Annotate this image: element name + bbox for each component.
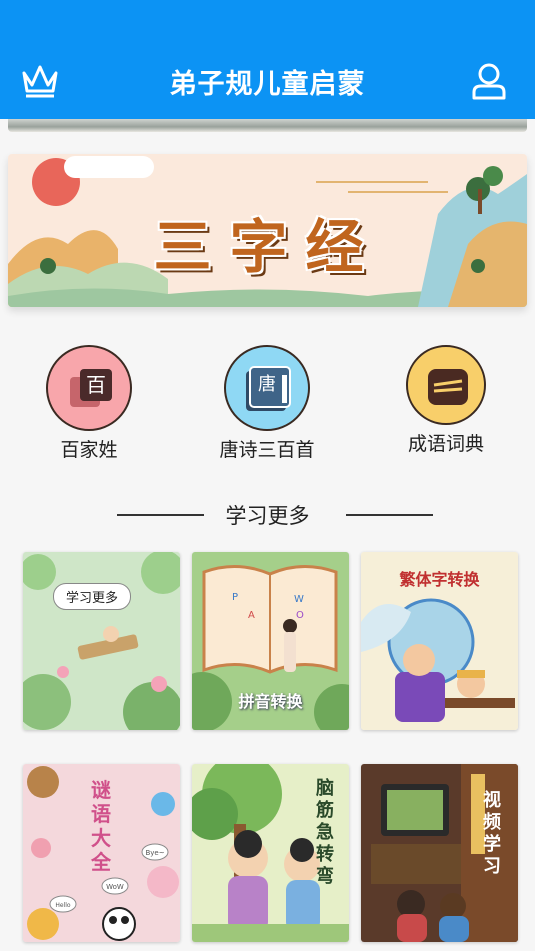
entry-baijiaxing[interactable]: 百 百家姓 xyxy=(29,345,149,462)
entry-label: 唐诗三百首 xyxy=(219,439,315,461)
app-title: 弟子规儿童启蒙 xyxy=(169,69,366,100)
card-caption: 视频学习 xyxy=(483,790,501,877)
section-title: 学习更多 xyxy=(225,504,310,528)
banner-title: 三字经 xyxy=(153,213,382,281)
surname-glyph: 百 xyxy=(86,373,106,397)
banner-carousel[interactable]: 三字经 xyxy=(8,154,527,307)
entry-chengyu[interactable]: 成语词典 xyxy=(386,345,506,456)
card-traditional[interactable]: 繁体字转换 xyxy=(361,552,518,730)
book-letter: P xyxy=(232,592,238,603)
card-riddles[interactable]: Bye~ WoW Hello 谜语大全 xyxy=(23,764,180,942)
card-caption: 繁体字转换 xyxy=(399,570,480,589)
card-learn-more[interactable]: 学习更多 xyxy=(23,552,180,730)
previous-banner-strip xyxy=(8,119,527,132)
card-caption: 拼音转换 xyxy=(238,692,303,711)
entry-label: 成语词典 xyxy=(407,433,484,455)
poetry-book-icon: 唐 xyxy=(224,345,310,431)
divider-right xyxy=(346,514,433,516)
bubble-text: Hello xyxy=(55,902,71,909)
book-letter: A xyxy=(248,610,255,621)
surname-book-icon: 百 xyxy=(46,345,132,431)
entry-label: 百家姓 xyxy=(60,439,118,461)
bubble-text: Bye~ xyxy=(145,849,164,857)
book-letter: O xyxy=(296,610,304,621)
app-header: 弟子规儿童启蒙 xyxy=(0,0,535,119)
bubble-text: WoW xyxy=(106,883,124,891)
book-letter: W xyxy=(294,594,304,605)
card-pinyin[interactable]: P A W O 拼音转换 xyxy=(192,552,349,730)
entry-tangshi[interactable]: 唐 唐诗三百首 xyxy=(207,345,327,462)
card-video[interactable]: 视频学习 xyxy=(361,764,518,942)
user-icon[interactable] xyxy=(471,62,507,100)
card-caption: 学习更多 xyxy=(53,583,132,610)
idiom-dictionary-icon xyxy=(406,345,486,425)
poetry-glyph: 唐 xyxy=(258,374,276,395)
card-caption: 谜语大全 xyxy=(91,778,111,874)
card-brain-teaser[interactable]: 脑筋急转弯 xyxy=(192,764,349,942)
lotus-pond-illustration xyxy=(23,552,180,730)
card-caption: 脑筋急转弯 xyxy=(316,778,334,887)
